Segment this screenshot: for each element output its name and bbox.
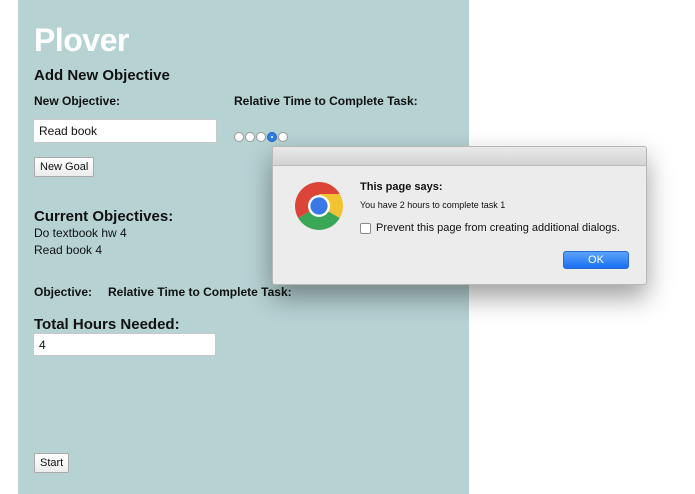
add-objective-heading: Add New Objective: [34, 67, 170, 84]
alert-dialog: This page says: You have 2 hours to comp…: [272, 146, 647, 285]
app-title: Plover: [34, 22, 129, 58]
relative-time-radio-group: [234, 132, 288, 142]
time-radio-5[interactable]: [278, 132, 288, 142]
new-objective-label: New Objective:: [34, 94, 121, 108]
time-radio-1[interactable]: [234, 132, 244, 142]
ok-button[interactable]: OK: [563, 251, 629, 269]
objective-item: Read book 4: [34, 243, 103, 257]
dialog-message: You have 2 hours to complete task 1: [360, 200, 506, 210]
prevent-dialogs-checkbox[interactable]: [360, 223, 371, 234]
total-hours-field[interactable]: [33, 333, 216, 356]
objective-item: Do textbook hw 4: [34, 226, 127, 240]
dialog-titlebar[interactable]: [273, 147, 646, 166]
total-hours-heading: Total Hours Needed:: [34, 316, 180, 333]
time-radio-3[interactable]: [256, 132, 266, 142]
start-button[interactable]: Start: [34, 453, 70, 473]
new-objective-input[interactable]: [33, 119, 217, 143]
objective-column-header: Objective:: [34, 285, 93, 299]
current-objectives-heading: Current Objectives:: [34, 208, 174, 225]
time-radio-4[interactable]: [267, 132, 277, 142]
chrome-icon: [295, 182, 343, 230]
relative-time-label: Relative Time to Complete Task:: [234, 94, 418, 108]
time-radio-2[interactable]: [245, 132, 255, 142]
relative-time-column-header: Relative Time to Complete Task:: [108, 285, 292, 299]
new-goal-button[interactable]: New Goal: [34, 157, 95, 177]
prevent-dialogs-label[interactable]: Prevent this page from creating addition…: [376, 222, 620, 234]
dialog-title: This page says:: [360, 181, 443, 193]
